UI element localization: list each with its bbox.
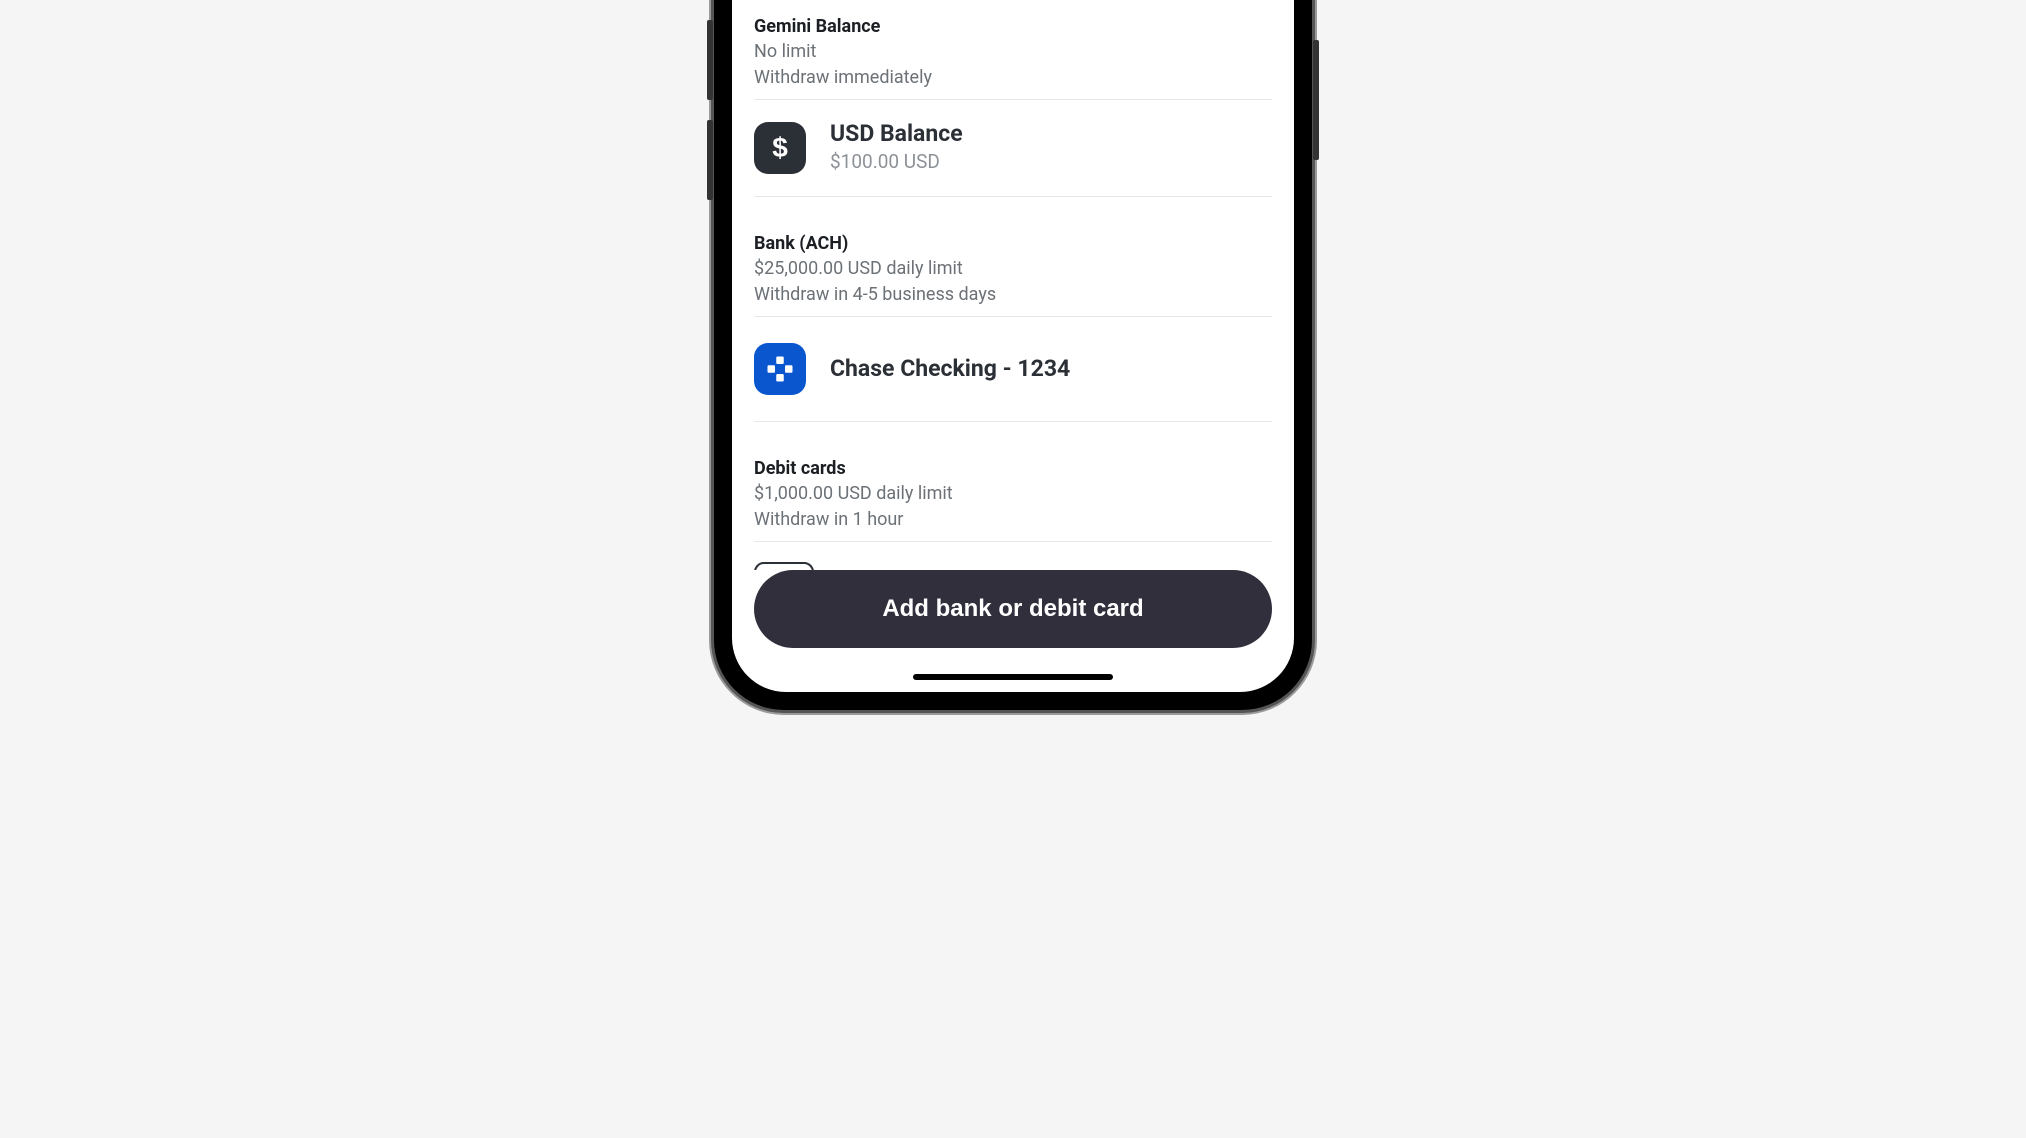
item-title: Chase Checking - 1234	[830, 355, 1070, 384]
section-title: Bank (ACH)	[754, 231, 1272, 256]
section-header-gemini: Gemini Balance No limit Withdraw immedia…	[754, 8, 1272, 93]
phone-volume-down-button	[707, 120, 713, 200]
section-limit: $1,000.00 USD daily limit	[754, 481, 1272, 507]
section-withdraw: Withdraw immediately	[754, 65, 1272, 91]
item-subtitle: $100.00 USD	[830, 149, 963, 176]
phone-power-button	[1313, 40, 1319, 160]
section-limit: $25,000.00 USD daily limit	[754, 256, 1272, 282]
section-header-bank: Bank (ACH) $25,000.00 USD daily limit Wi…	[754, 225, 1272, 310]
phone-device-frame: Gemini Balance No limit Withdraw immedia…	[714, 0, 1312, 710]
payment-method-apple-pay[interactable]: Pay Apple Pay	[754, 542, 1272, 570]
item-title: USD Balance	[830, 120, 963, 149]
chase-bank-icon	[754, 343, 806, 395]
section-header-debit: Debit cards $1,000.00 USD daily limit Wi…	[754, 450, 1272, 535]
dollar-icon: $	[754, 122, 806, 174]
section-title: Debit cards	[754, 456, 1272, 481]
screen-content: Gemini Balance No limit Withdraw immedia…	[732, 0, 1294, 570]
home-indicator[interactable]	[913, 674, 1113, 680]
section-withdraw: Withdraw in 4-5 business days	[754, 282, 1272, 308]
phone-volume-up-button	[707, 20, 713, 100]
phone-screen: Gemini Balance No limit Withdraw immedia…	[732, 0, 1294, 692]
add-bank-or-debit-card-button[interactable]: Add bank or debit card	[754, 570, 1272, 648]
section-limit: No limit	[754, 39, 1272, 65]
apple-pay-icon: Pay	[754, 562, 814, 570]
section-title: Gemini Balance	[754, 14, 1272, 39]
section-withdraw: Withdraw in 1 hour	[754, 507, 1272, 533]
payment-method-usd-balance[interactable]: $ USD Balance $100.00 USD	[754, 100, 1272, 195]
payment-method-chase-checking[interactable]: Chase Checking - 1234	[754, 317, 1272, 421]
